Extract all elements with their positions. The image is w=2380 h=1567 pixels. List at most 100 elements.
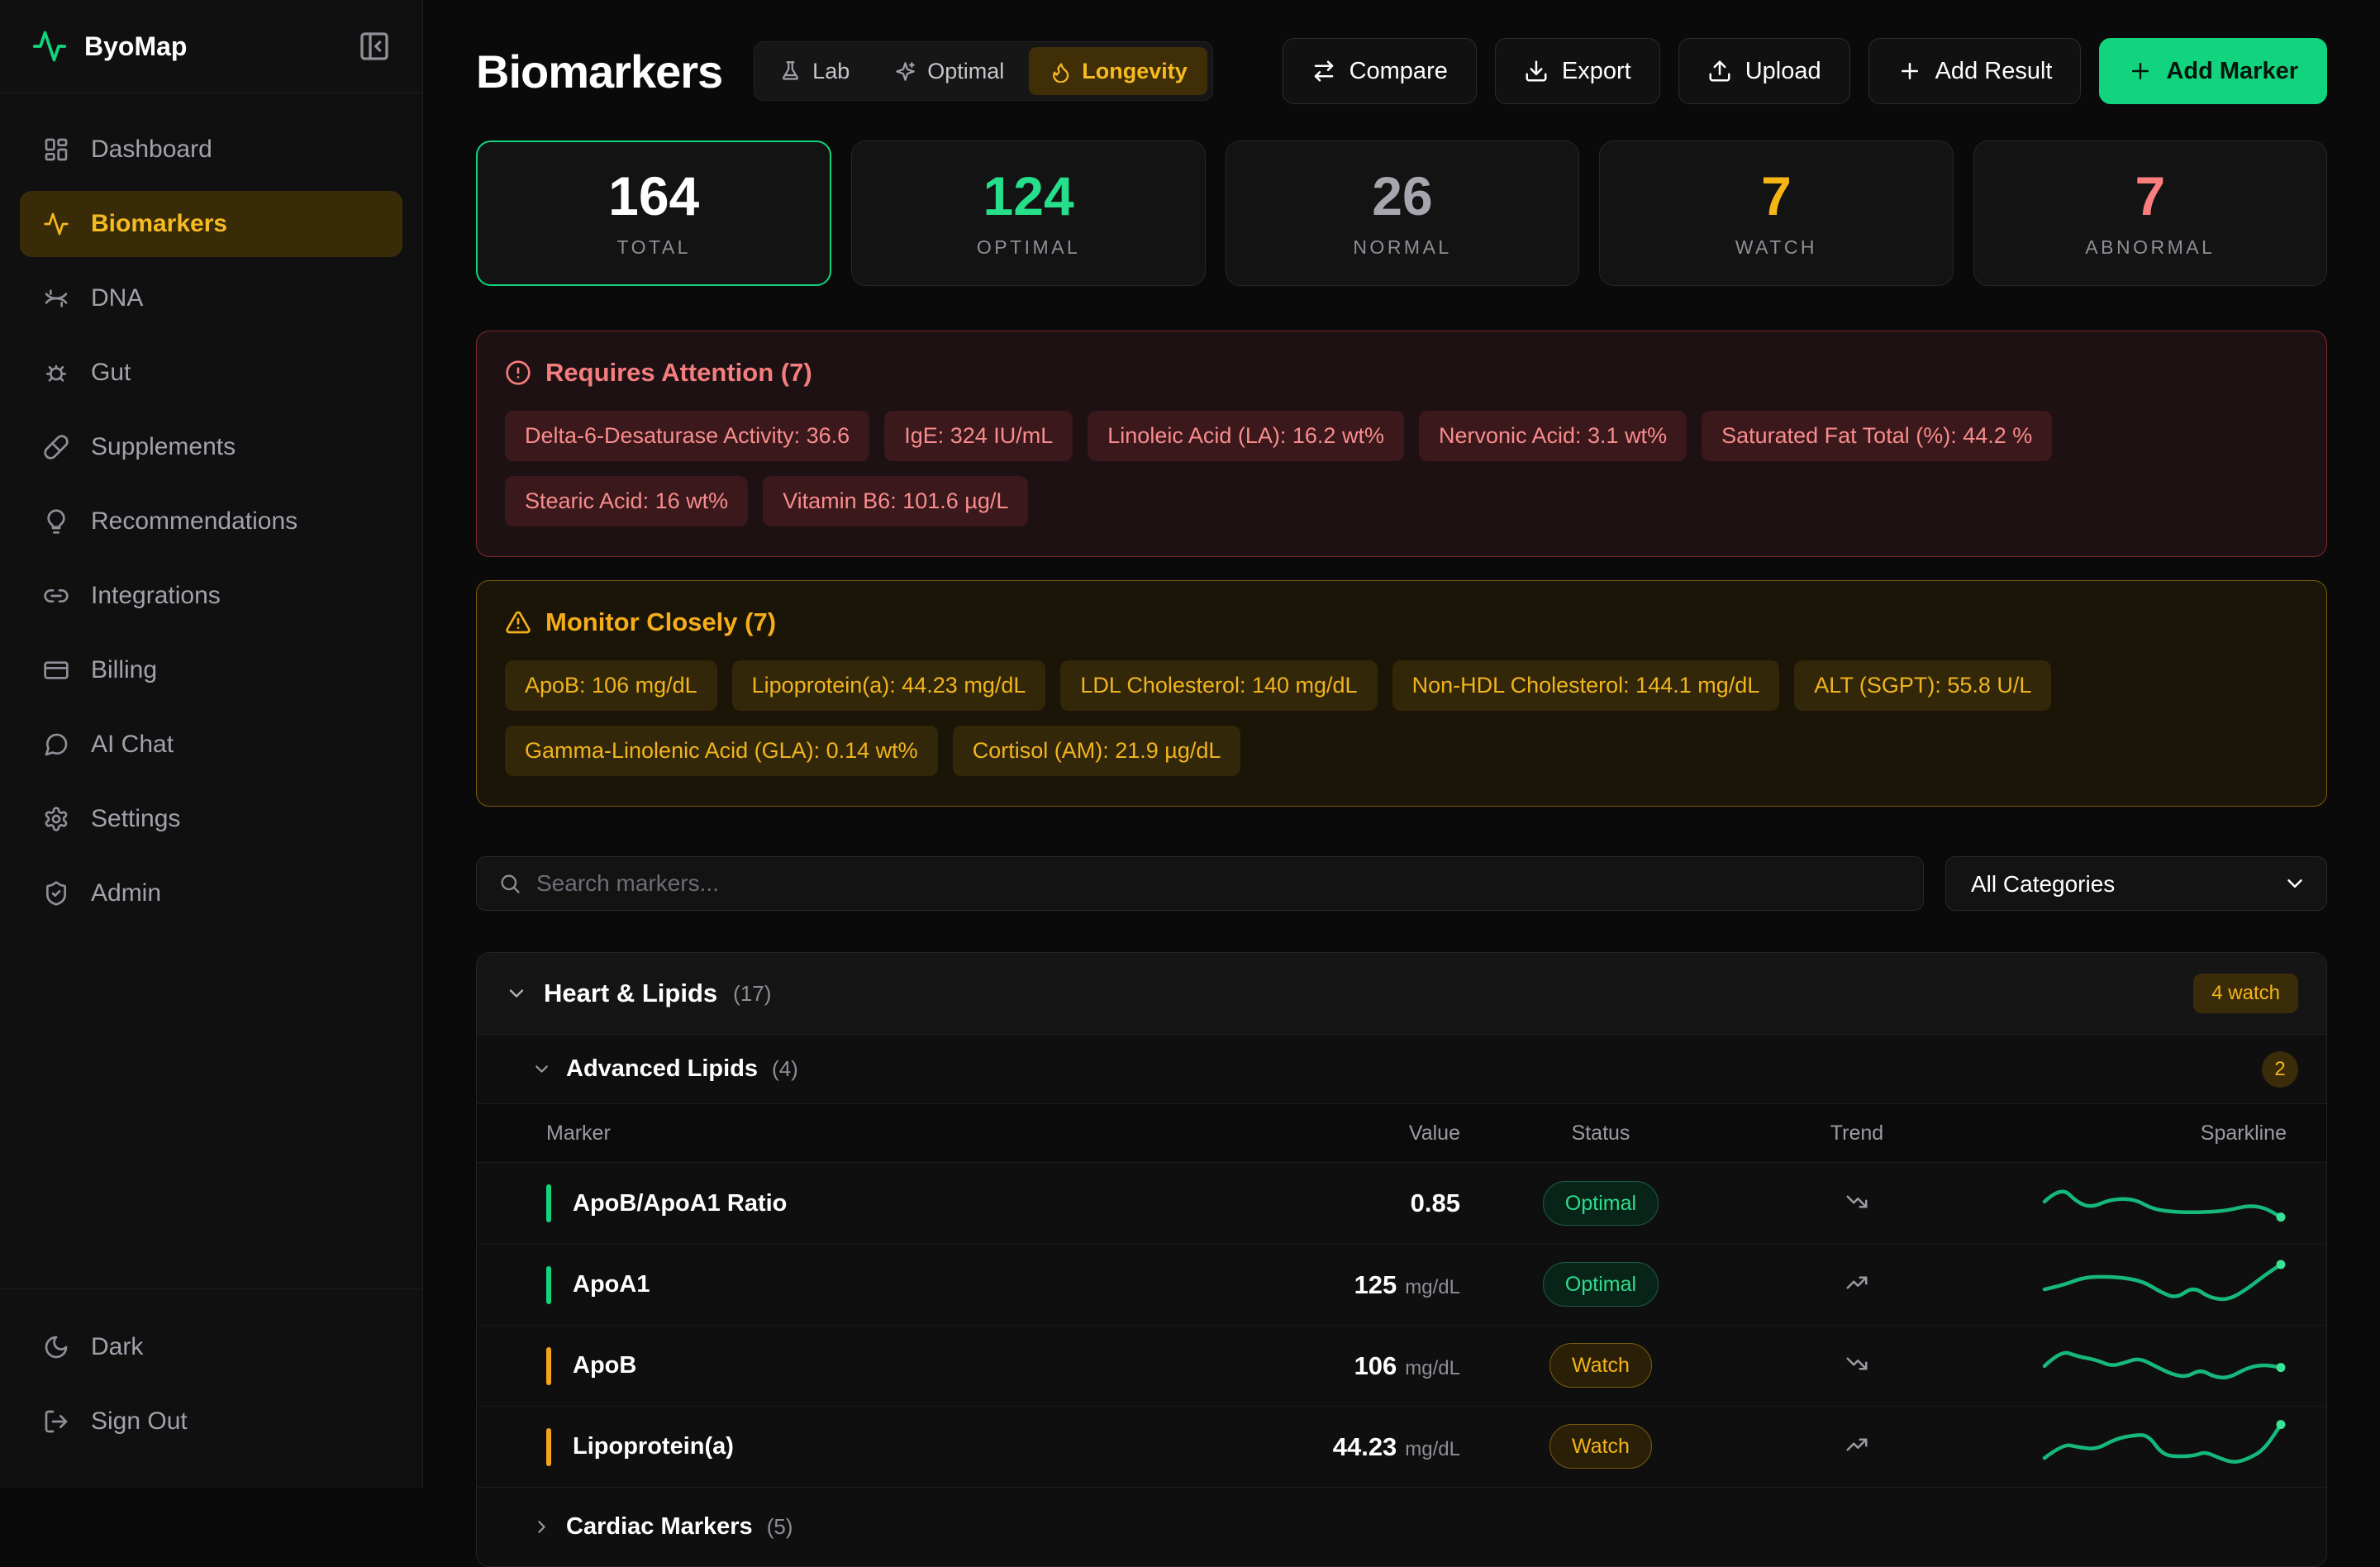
sidebar-item-label: Biomarkers [91, 210, 227, 238]
attention-chip: Vitamin B6: 101.6 µg/L [763, 476, 1028, 526]
sidebar-item-integrations[interactable]: Integrations [20, 563, 402, 629]
monitor-chip: Non-HDL Cholesterol: 144.1 mg/dL [1392, 660, 1780, 711]
compare-button[interactable]: Compare [1283, 38, 1477, 104]
search-input[interactable] [536, 870, 1902, 897]
sparkline-cell [2039, 1415, 2287, 1479]
tab-optimal[interactable]: Optimal [874, 47, 1024, 95]
status-badge: Watch [1549, 1343, 1652, 1388]
sparkline-chart [2039, 1334, 2287, 1393]
sidebar-item-dna[interactable]: DNA [20, 265, 402, 331]
sparkline-cell [2039, 1172, 2287, 1236]
gear-icon [43, 806, 69, 832]
marker-value: 0.85 [1411, 1188, 1460, 1217]
table-row[interactable]: ApoA1 125 mg/dL Optimal [477, 1244, 2326, 1325]
flask-icon [779, 60, 802, 83]
button-label: Compare [1349, 58, 1448, 85]
sidebar-item-recommendations[interactable]: Recommendations [20, 488, 402, 555]
heart-lipids-header[interactable]: Heart & Lipids (17) 4 watch [477, 953, 2326, 1034]
credit-card-icon [43, 657, 69, 683]
upload-button[interactable]: Upload [1678, 38, 1850, 104]
table-row[interactable]: ApoB 106mg/dL Watch [477, 1325, 2326, 1406]
sidebar-item-gut[interactable]: Gut [20, 340, 402, 406]
stat-label: ABNORMAL [2085, 236, 2215, 259]
advanced-lipids-header[interactable]: Advanced Lipids (4) 2 [477, 1034, 2326, 1103]
collapsed-subsection-count: (5) [767, 1514, 793, 1540]
tab-longevity[interactable]: Longevity [1029, 47, 1207, 95]
stat-card-abnormal[interactable]: 7 ABNORMAL [1973, 141, 2327, 286]
sign-out-button[interactable]: Sign Out [20, 1388, 402, 1455]
marker-cell: ApoA1 [546, 1266, 1245, 1304]
sidebar-item-label: Admin [91, 879, 161, 907]
stat-card-watch[interactable]: 7 WATCH [1599, 141, 1953, 286]
sidebar-item-label: AI Chat [91, 731, 174, 759]
pill-icon [43, 434, 69, 460]
stat-card-optimal[interactable]: 124 OPTIMAL [851, 141, 1205, 286]
status-accent-bar [546, 1266, 551, 1304]
sidebar-item-admin[interactable]: Admin [20, 860, 402, 926]
add-marker-button[interactable]: Add Marker [2099, 38, 2327, 104]
cardiac-markers-header[interactable]: Cardiac Markers (5) [477, 1487, 2326, 1566]
subsection-count: (4) [772, 1056, 798, 1082]
alert-triangle-icon [505, 609, 531, 636]
status-cell: Watch [1549, 1436, 1652, 1457]
sidebar-item-billing[interactable]: Billing [20, 637, 402, 703]
stat-card-normal[interactable]: 26 NORMAL [1226, 141, 1579, 286]
sidebar-item-label: Gut [91, 359, 131, 387]
requires-attention-title-row: Requires Attention (7) [505, 358, 2298, 388]
alert-circle-icon [505, 360, 531, 386]
sidebar-item-label: Dashboard [91, 136, 212, 164]
sidebar-footer: Dark Sign Out [0, 1288, 422, 1488]
attention-chip: Stearic Acid: 16 wt% [505, 476, 748, 526]
trending-down-icon [1844, 1189, 1869, 1214]
view-tabs: Lab Optimal Longevity [754, 41, 1213, 101]
table-row[interactable]: Lipoprotein(a) 44.23mg/dL Watch [477, 1406, 2326, 1487]
app-title: ByoMap [84, 31, 187, 62]
table-body: ApoB/ApoA1 Ratio 0.85 Optimal ApoA1 125 m… [477, 1163, 2326, 1487]
theme-toggle[interactable]: Dark [20, 1314, 402, 1380]
sidebar-item-settings[interactable]: Settings [20, 786, 402, 852]
shield-check-icon [43, 880, 69, 907]
table-row[interactable]: ApoB/ApoA1 Ratio 0.85 Optimal [477, 1163, 2326, 1244]
button-label: Add Result [1935, 58, 2053, 85]
page-title: Biomarkers [476, 45, 722, 98]
attention-chips: Delta-6-Desaturase Activity: 36.6IgE: 32… [505, 411, 2298, 526]
stat-value: 164 [608, 169, 699, 223]
status-badge: Optimal [1543, 1262, 1659, 1307]
flame-icon [1049, 60, 1071, 83]
monitor-chip: Gamma-Linolenic Acid (GLA): 0.14 wt% [505, 726, 938, 776]
column-header-status: Status [1572, 1122, 1630, 1145]
marker-unit: mg/dL [1405, 1276, 1460, 1298]
tab-lab[interactable]: Lab [759, 47, 869, 95]
sparkline-chart [2039, 1253, 2287, 1312]
marker-value: 44.23 [1333, 1432, 1397, 1461]
status-cell: Optimal [1543, 1274, 1659, 1295]
stat-label: WATCH [1735, 236, 1817, 259]
sidebar-item-dashboard[interactable]: Dashboard [20, 117, 402, 183]
status-cell: Optimal [1543, 1193, 1659, 1214]
column-header-trend: Trend [1830, 1122, 1883, 1145]
activity-icon [43, 211, 69, 237]
value-cell: 125 mg/dL [1354, 1270, 1460, 1300]
stat-card-total[interactable]: 164 TOTAL [476, 141, 831, 286]
add-result-button[interactable]: Add Result [1868, 38, 2082, 104]
sidebar-collapse-button[interactable] [358, 30, 391, 63]
marker-unit: mg/dL [1405, 1438, 1460, 1460]
category-select-input[interactable]: All Categories [1945, 856, 2327, 911]
heart-lipids-section: Heart & Lipids (17) 4 watch Advanced Lip… [476, 952, 2327, 1567]
section-count: (17) [733, 981, 771, 1007]
export-button[interactable]: Export [1495, 38, 1660, 104]
dashboard-icon [43, 136, 69, 163]
stat-cards: 164 TOTAL 124 OPTIMAL 26 NORMAL 7 WATCH … [476, 141, 2327, 286]
tab-label: Longevity [1082, 59, 1188, 84]
sparkline-cell [2039, 1253, 2287, 1317]
sidebar-item-ai-chat[interactable]: AI Chat [20, 712, 402, 778]
sidebar-item-supplements[interactable]: Supplements [20, 414, 402, 480]
sidebar-item-biomarkers[interactable]: Biomarkers [20, 191, 402, 257]
upload-icon [1707, 59, 1732, 83]
value-cell: 106mg/dL [1354, 1351, 1460, 1381]
marker-value: 125 [1354, 1270, 1397, 1299]
stat-value: 7 [1761, 169, 1792, 223]
sidebar-item-label: Dark [91, 1333, 143, 1361]
plus-icon [1897, 59, 1922, 83]
category-select[interactable]: All Categories [1945, 856, 2327, 911]
